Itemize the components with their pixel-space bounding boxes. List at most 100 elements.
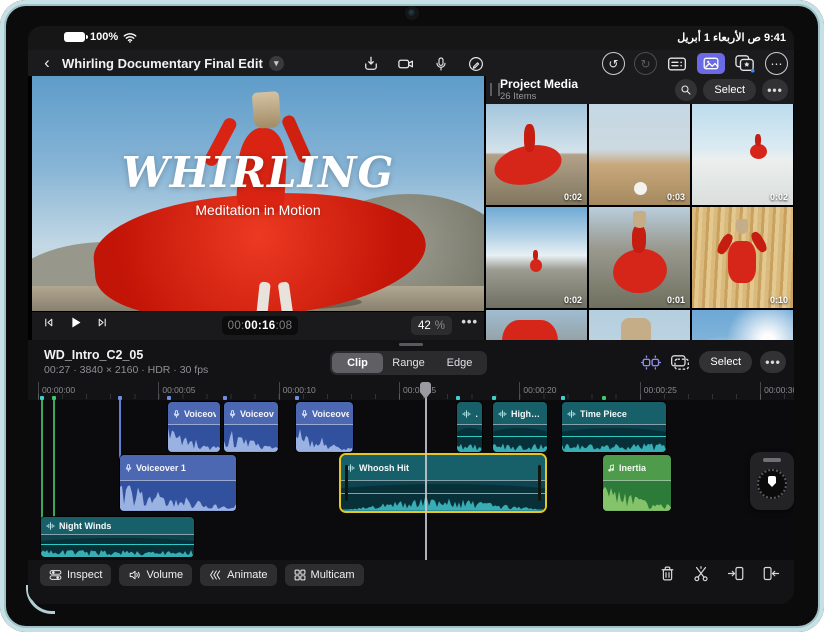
panel-drag-handle[interactable] — [490, 83, 500, 96]
media-thumbnail[interactable]: 0:10 — [692, 207, 793, 308]
timeline-ruler[interactable]: 00:00:00 00:00:05 00:00:10 00:00:15 00:00:20… — [28, 382, 794, 405]
previous-frame-button[interactable] — [42, 316, 55, 329]
media-thumbnail[interactable]: 0:02 — [692, 104, 793, 205]
project-media-title: Project Media — [500, 77, 579, 91]
delete-button[interactable] — [660, 565, 675, 582]
undo-button[interactable]: ↺ — [602, 52, 625, 75]
timeline-panel: WD_Intro_C2_05 00:27 · 3840 × 2160 · HDR… — [28, 340, 794, 604]
media-thumbnail[interactable]: 0:01 — [589, 207, 690, 308]
search-button[interactable] — [675, 79, 698, 101]
clip-name: High… — [511, 408, 540, 419]
project-title[interactable]: Whirling Documentary Final Edit ▾ — [62, 56, 284, 71]
clip-name: Voiceover 3 — [312, 408, 349, 419]
magnetic-timeline-button[interactable] — [639, 351, 661, 373]
media-thumbnail[interactable] — [692, 310, 793, 340]
animate-button[interactable]: Animate — [200, 564, 277, 586]
media-more-button[interactable]: ••• — [762, 79, 788, 101]
timecode-display[interactable]: 00: 00:16:08 — [222, 316, 298, 335]
mode-clip[interactable]: Clip — [332, 353, 383, 373]
music-note-icon — [607, 463, 616, 473]
media-select-button[interactable]: Select — [703, 79, 756, 101]
playhead-line[interactable] — [425, 386, 427, 560]
clip-name: Time Piece — [580, 408, 627, 419]
viewer-more-button[interactable]: ••• — [461, 314, 478, 329]
edit-mode-segmented-control[interactable]: Clip Range Edge — [330, 351, 487, 375]
more-options-button[interactable]: ⋯ — [765, 52, 788, 75]
timeline-clip[interactable]: Voiceover 1 — [120, 455, 236, 511]
effects-library-button[interactable] — [734, 53, 756, 75]
trim-handle-right[interactable] — [538, 465, 541, 501]
clip-duration-badge: 0:01 — [666, 295, 685, 305]
overlay-view-button[interactable] — [669, 351, 691, 373]
chevron-down-icon[interactable]: ▾ — [268, 56, 284, 71]
timeline-tracks[interactable]: Voiceover 2 Voiceover 2 Voiceover 3 … High… T… — [28, 400, 794, 560]
battery-percent: 100% — [90, 31, 119, 43]
next-frame-button[interactable] — [96, 316, 109, 329]
clip-name: … — [475, 409, 478, 419]
insert-clip-button[interactable] — [727, 565, 745, 582]
ruler-tick-label: 00:00:05 — [158, 382, 195, 405]
volume-icon — [128, 569, 141, 581]
video-preview[interactable]: WHIRLING Meditation in Motion — [32, 76, 484, 312]
clip-name: Voiceover 1 — [136, 462, 186, 473]
media-browser-button-active[interactable] — [697, 53, 725, 74]
screen: 100% 9:41 ص الأربعاء 1 أبريل ‹ Whirling … — [28, 26, 794, 604]
jog-wheel[interactable] — [750, 452, 794, 510]
project-media-header: Project Media 26 Items Select ••• — [486, 76, 794, 104]
overwrite-clip-button[interactable] — [762, 565, 780, 582]
ruler-tick-label: 00:00:00 — [38, 382, 75, 405]
timeline-clip[interactable]: Voiceover 3 — [296, 402, 353, 452]
pencil-tool-button[interactable] — [465, 53, 487, 75]
subtitle-overlay: Meditation in Motion — [195, 202, 321, 218]
clip-duration-badge: 0:02 — [563, 192, 582, 202]
clip-name: Whoosh Hit — [359, 462, 409, 473]
blade-cut-button[interactable] — [692, 565, 710, 582]
ruler-tick-label: 00:00:30 — [760, 382, 794, 405]
viewer-panel: WHIRLING Meditation in Motion 00: 00:16:0… — [32, 76, 484, 340]
multicam-icon — [294, 569, 306, 581]
ruler-tick-label: 00:00:25 — [639, 382, 677, 405]
mode-range[interactable]: Range — [383, 353, 434, 373]
timeline-clip[interactable]: Time Piece — [562, 402, 666, 452]
camera-button[interactable] — [395, 53, 417, 75]
media-thumbnail[interactable] — [486, 310, 587, 340]
mic-icon — [172, 409, 181, 419]
clip-connection-line — [119, 400, 121, 459]
media-thumbnail[interactable]: 0:02 — [486, 104, 587, 205]
timeline-clip[interactable]: … — [457, 402, 482, 452]
timeline-clip[interactable]: Voiceover 2 — [168, 402, 220, 452]
ipad-device: 100% 9:41 ص الأربعاء 1 أبريل ‹ Whirling … — [0, 0, 824, 632]
timeline-select-button[interactable]: Select — [699, 351, 752, 373]
timeline-toolbar: Inspect Volume Animate Multicam — [28, 562, 794, 592]
multicam-button[interactable]: Multicam — [284, 564, 364, 586]
clip-name: Voiceover 2 — [240, 408, 274, 419]
clip-connection-line — [53, 400, 55, 521]
clip-name: Inertia — [619, 462, 647, 473]
media-thumbnail[interactable]: 0:03 — [589, 104, 690, 205]
timeline-clip[interactable]: Inertia — [603, 455, 671, 511]
mic-icon — [124, 463, 133, 473]
timeline-clip[interactable]: Whoosh Hit — [341, 455, 545, 511]
timeline-clip[interactable]: Night Winds — [41, 517, 194, 557]
app-toolbar: ‹ Whirling Documentary Final Edit ▾ ↺ ↻ … — [28, 50, 794, 76]
microphone-button[interactable] — [430, 53, 452, 75]
trim-handle-left[interactable] — [345, 465, 348, 501]
clip-duration-badge: 0:02 — [563, 295, 582, 305]
media-thumbnail[interactable]: 0:02 — [486, 207, 587, 308]
project-media-panel: Project Media 26 Items Select ••• 0:02 0:… — [486, 76, 794, 340]
timeline-clip[interactable]: High… — [493, 402, 547, 452]
timeline-clip[interactable]: Voiceover 2 — [224, 402, 278, 452]
redo-button[interactable]: ↻ — [634, 52, 657, 75]
play-button[interactable] — [68, 315, 83, 330]
import-media-button[interactable] — [360, 53, 382, 75]
timeline-more-button[interactable]: ••• — [760, 351, 786, 373]
volume-button[interactable]: Volume — [119, 564, 193, 586]
back-button[interactable]: ‹ — [38, 53, 56, 73]
zoom-level-control[interactable]: 42% — [410, 316, 452, 335]
mode-edge[interactable]: Edge — [434, 353, 485, 373]
media-thumbnail[interactable] — [589, 310, 690, 340]
clip-name: Voiceover 2 — [184, 408, 216, 419]
mic-icon — [228, 409, 237, 419]
inspect-button[interactable]: Inspect — [40, 564, 112, 586]
inspector-list-button[interactable] — [666, 53, 688, 75]
